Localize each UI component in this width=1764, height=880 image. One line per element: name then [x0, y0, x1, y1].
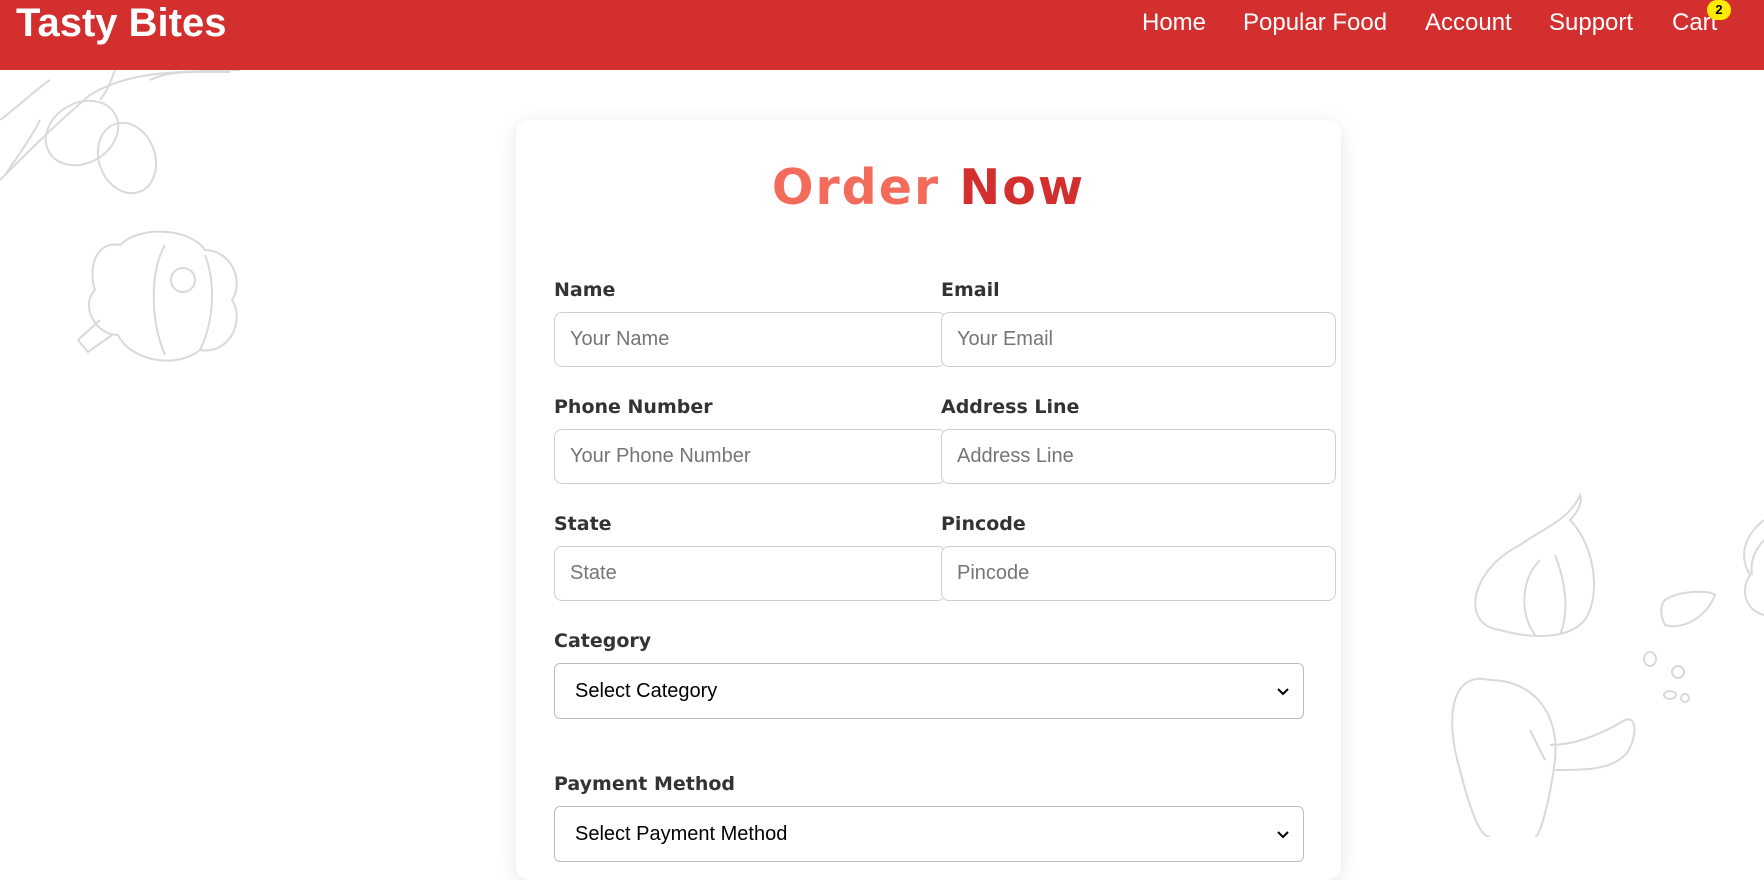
payment-method-label: Payment Method: [554, 773, 736, 795]
seed-icon: [1643, 590, 1717, 703]
state-input[interactable]: [554, 546, 946, 601]
title-order: Order: [771, 159, 941, 216]
nav-popular-food[interactable]: Popular Food: [1243, 8, 1387, 38]
order-title: Order Now: [0, 160, 1764, 216]
name-label: Name: [554, 279, 616, 301]
address-input[interactable]: [941, 429, 1336, 484]
chevron-down-icon: [1277, 688, 1289, 696]
nav-account[interactable]: Account: [1425, 8, 1512, 38]
squash-icon: [76, 230, 238, 362]
cart-count-badge: 2: [1707, 0, 1731, 20]
phone-input[interactable]: [554, 429, 946, 484]
phone-label: Phone Number: [554, 396, 713, 418]
mushroom-icon: [1451, 677, 1636, 837]
nav-home[interactable]: Home: [1142, 8, 1206, 38]
pincode-input[interactable]: [941, 546, 1336, 601]
category-select[interactable]: Select Category: [554, 663, 1304, 719]
leaf-icon: [1743, 519, 1764, 616]
category-selected: Select Category: [575, 680, 718, 702]
brand-logo[interactable]: Tasty Bites: [16, 0, 226, 46]
navbar: Tasty Bites Home Popular Food Account Su…: [0, 0, 1764, 70]
name-input[interactable]: [554, 312, 946, 367]
address-label: Address Line: [941, 396, 1080, 418]
title-now: Now: [959, 159, 1086, 216]
payment-method-selected: Select Payment Method: [575, 823, 788, 845]
garlic-icon: [1474, 492, 1595, 637]
category-label: Category: [554, 630, 652, 652]
email-input[interactable]: [941, 312, 1336, 367]
order-form-card: [516, 120, 1341, 880]
email-label: Email: [941, 279, 1000, 301]
state-label: State: [554, 513, 612, 535]
payment-method-select[interactable]: Select Payment Method: [554, 806, 1304, 862]
nav-support[interactable]: Support: [1549, 8, 1633, 38]
pincode-label: Pincode: [941, 513, 1026, 535]
chevron-down-icon: [1277, 831, 1289, 839]
